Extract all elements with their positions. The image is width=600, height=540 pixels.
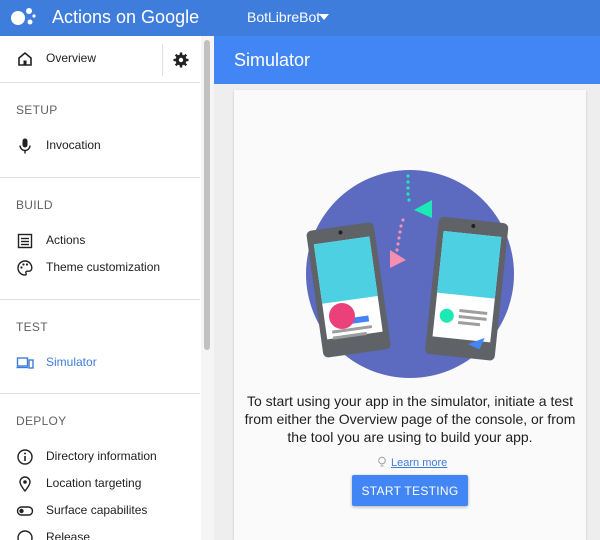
sidebar-item-overview[interactable]: Overview bbox=[0, 46, 200, 74]
google-assistant-dots-icon bbox=[11, 8, 36, 25]
release-icon bbox=[17, 530, 33, 540]
microphone-icon bbox=[19, 138, 31, 154]
sidebar-item-directory-information[interactable]: Directory information bbox=[0, 444, 200, 472]
gear-icon[interactable] bbox=[172, 51, 190, 69]
lightbulb-icon bbox=[378, 456, 386, 467]
sidebar-item-label: Actions bbox=[46, 233, 86, 247]
learn-more-label[interactable]: Learn more bbox=[391, 457, 447, 469]
sidebar-item-label: Simulator bbox=[46, 355, 97, 369]
divider bbox=[162, 44, 163, 76]
section-title-build: BUILD bbox=[16, 198, 53, 212]
info-icon bbox=[17, 449, 33, 465]
sidebar-scrollbar-thumb[interactable] bbox=[204, 40, 210, 350]
palette-icon bbox=[17, 260, 33, 276]
divider bbox=[0, 177, 200, 178]
sidebar-item-label: Invocation bbox=[46, 138, 101, 152]
sidebar-item-label: Release bbox=[46, 530, 91, 540]
section-title-setup: SETUP bbox=[16, 103, 58, 117]
sidebar-item-location-targeting[interactable]: Location targeting bbox=[0, 471, 200, 499]
list-icon bbox=[17, 233, 33, 249]
sidebar-item-invocation[interactable]: Invocation bbox=[0, 133, 200, 161]
devices-icon bbox=[16, 357, 34, 369]
divider bbox=[0, 82, 200, 83]
sidebar-item-label: Location targeting bbox=[46, 476, 142, 490]
sidebar-item-release[interactable]: Release bbox=[0, 525, 200, 540]
sidebar-item-actions[interactable]: Actions bbox=[0, 228, 200, 256]
location-pin-icon bbox=[19, 476, 31, 493]
sidebar-item-theme-customization[interactable]: Theme customization bbox=[0, 255, 200, 283]
sidebar-item-label: Surface capabilites bbox=[46, 503, 148, 517]
page-title: Simulator bbox=[234, 50, 311, 70]
app-title: Actions on Google bbox=[52, 7, 200, 27]
start-testing-button[interactable]: START TESTING bbox=[352, 475, 468, 506]
divider bbox=[0, 299, 200, 300]
home-icon bbox=[18, 51, 32, 66]
sidebar-item-label: Directory information bbox=[46, 449, 157, 463]
sidebar-item-label: Theme customization bbox=[46, 260, 161, 274]
sidebar-item-simulator[interactable]: Simulator bbox=[0, 350, 200, 378]
toggle-icon bbox=[16, 506, 34, 516]
section-title-test: TEST bbox=[16, 320, 48, 334]
simulator-illustration bbox=[306, 170, 514, 378]
project-selector[interactable]: BotLibreBot bbox=[247, 9, 320, 25]
sidebar-item-surface-capabilities[interactable]: Surface capabilites bbox=[0, 498, 200, 526]
section-title-deploy: DEPLOY bbox=[16, 414, 67, 428]
simulator-description: To start using your app in the simulator… bbox=[244, 393, 576, 445]
caret-down-icon[interactable] bbox=[319, 13, 329, 21]
sidebar-item-label: Overview bbox=[46, 51, 97, 65]
divider bbox=[0, 393, 200, 394]
